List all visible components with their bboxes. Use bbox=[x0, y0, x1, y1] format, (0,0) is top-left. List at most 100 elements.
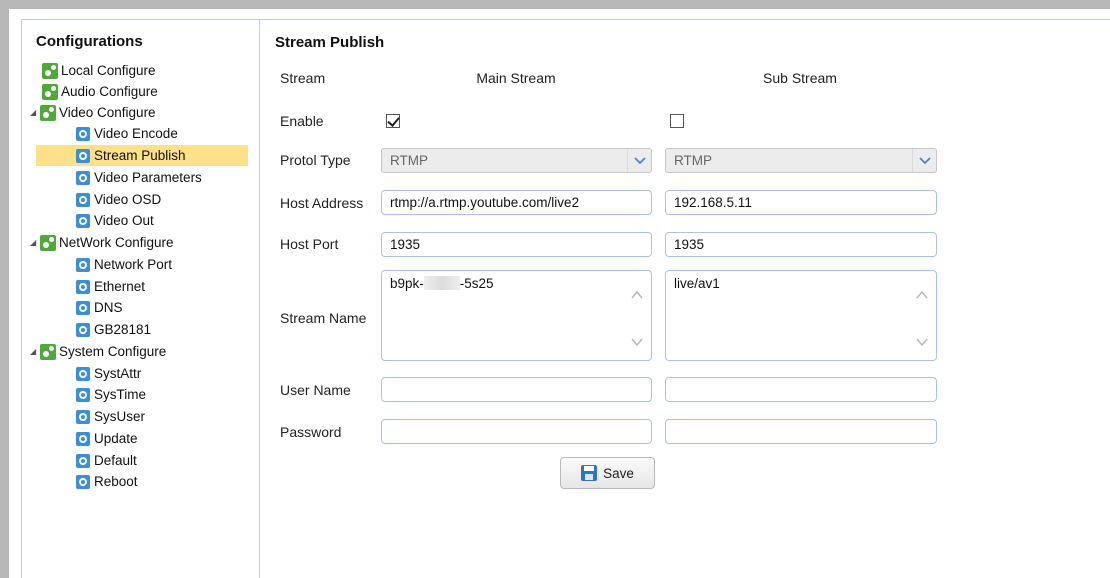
stream-name-label: Stream Name bbox=[280, 310, 367, 326]
main-host-port-input[interactable]: 1935 bbox=[381, 232, 652, 257]
cog-icon bbox=[76, 279, 90, 294]
sub-protocol-value: RTMP bbox=[674, 153, 713, 168]
tree-item-label: Reboot bbox=[94, 474, 138, 489]
tree-item-label: Default bbox=[94, 453, 137, 468]
stream-name-suffix: -5s25 bbox=[459, 276, 494, 291]
tree-item-systime[interactable]: SysTime bbox=[76, 384, 146, 405]
tree-item-label: Audio Configure bbox=[61, 84, 158, 99]
tree-item-reboot[interactable]: Reboot bbox=[76, 471, 138, 492]
chevron-down-icon[interactable] bbox=[627, 149, 651, 172]
cog-icon bbox=[76, 453, 90, 468]
scroll-down-icon[interactable] bbox=[916, 336, 928, 348]
expand-arrow-icon[interactable]: ◢ bbox=[30, 238, 40, 247]
tree-item-local-configure[interactable]: Local Configure bbox=[42, 60, 156, 81]
tree-item-default[interactable]: Default bbox=[76, 450, 137, 471]
stream-label: Stream bbox=[280, 70, 326, 86]
gear-group-icon bbox=[42, 62, 58, 79]
page-title: Stream Publish bbox=[275, 34, 385, 51]
sub-host-port-input[interactable]: 1935 bbox=[665, 232, 937, 257]
save-button[interactable]: Save bbox=[560, 457, 655, 489]
main-protocol-value: RTMP bbox=[390, 153, 429, 168]
cog-icon bbox=[76, 366, 90, 381]
tree-item-video-parameters[interactable]: Video Parameters bbox=[76, 167, 202, 188]
tree-item-video-osd[interactable]: Video OSD bbox=[76, 189, 161, 210]
cog-icon bbox=[76, 409, 90, 424]
sub-user-name-input[interactable] bbox=[665, 377, 937, 402]
tree-item-label: NetWork Configure bbox=[59, 235, 174, 250]
tree-item-label: Video Encode bbox=[94, 126, 178, 141]
chevron-down-icon[interactable] bbox=[912, 149, 936, 172]
expand-arrow-icon[interactable]: ◢ bbox=[30, 108, 40, 117]
tree-item-label: SysUser bbox=[94, 409, 146, 424]
tree-item-dns[interactable]: DNS bbox=[76, 297, 123, 318]
tree-item-label: Ethernet bbox=[94, 279, 146, 294]
enable-label: Enable bbox=[280, 113, 324, 129]
tree-item-video-encode[interactable]: Video Encode bbox=[76, 123, 178, 144]
tree-item-video-configure[interactable]: ◢ Video Configure bbox=[30, 102, 156, 123]
tree-item-label: GB28181 bbox=[94, 322, 152, 337]
tree-item-network-port[interactable]: Network Port bbox=[76, 254, 172, 275]
cog-icon bbox=[76, 126, 90, 141]
sub-enable-checkbox[interactable] bbox=[670, 114, 684, 128]
tree-item-label: Network Port bbox=[94, 257, 173, 272]
cog-icon bbox=[76, 387, 90, 402]
tree-item-update[interactable]: Update bbox=[76, 428, 138, 449]
sub-password-input[interactable] bbox=[665, 419, 937, 444]
tree-item-label: System Configure bbox=[59, 344, 167, 359]
sub-stream-header: Sub Stream bbox=[763, 70, 837, 86]
main-password-input[interactable] bbox=[381, 419, 652, 444]
scroll-down-icon[interactable] bbox=[631, 336, 643, 348]
scroll-up-icon[interactable] bbox=[631, 289, 643, 301]
gear-group-icon bbox=[42, 83, 58, 100]
tree-item-audio-configure[interactable]: Audio Configure bbox=[42, 81, 158, 102]
tree-item-ethernet[interactable]: Ethernet bbox=[76, 276, 145, 297]
tree-item-gb28181[interactable]: GB28181 bbox=[76, 319, 151, 340]
main-user-name-input[interactable] bbox=[381, 377, 652, 402]
cog-icon bbox=[76, 257, 90, 272]
host-port-label: Host Port bbox=[280, 236, 339, 252]
tree-item-label: SysTime bbox=[94, 387, 147, 402]
expand-arrow-icon[interactable]: ◢ bbox=[30, 347, 40, 356]
cog-icon bbox=[76, 300, 90, 315]
gear-group-icon bbox=[40, 343, 56, 360]
cog-icon bbox=[76, 322, 90, 337]
tree-item-label: Stream Publish bbox=[94, 148, 186, 163]
tree-item-label: Video Configure bbox=[59, 105, 156, 120]
tree-item-system-configure[interactable]: ◢ System Configure bbox=[30, 341, 166, 362]
config-tree: Configurations Local Configure Audio Con… bbox=[22, 20, 260, 578]
tree-item-systattr[interactable]: SystAttr bbox=[76, 363, 141, 384]
redacted-region bbox=[423, 276, 460, 290]
tree-item-video-out[interactable]: Video Out bbox=[76, 210, 154, 231]
tree-item-network-configure[interactable]: ◢ NetWork Configure bbox=[30, 232, 174, 253]
user-name-label: User Name bbox=[280, 382, 351, 398]
main-host-address-input[interactable]: rtmp://a.rtmp.youtube.com/live2 bbox=[381, 190, 652, 215]
sub-host-address-input[interactable]: 192.168.5.11 bbox=[665, 190, 937, 215]
sub-protocol-select[interactable]: RTMP bbox=[665, 148, 937, 173]
stream-publish-panel: Stream Publish Stream Main Stream Sub St… bbox=[261, 20, 1110, 578]
gear-group-icon bbox=[40, 234, 56, 251]
scroll-up-icon[interactable] bbox=[916, 289, 928, 301]
sub-stream-name-textarea[interactable]: live/av1 bbox=[665, 270, 937, 361]
tree-item-label: Video Out bbox=[94, 213, 154, 228]
tree-item-label: Video OSD bbox=[94, 192, 162, 207]
protocol-type-label: Protol Type bbox=[280, 152, 351, 168]
tree-item-label: DNS bbox=[94, 300, 123, 315]
stream-name-prefix: b9pk- bbox=[390, 276, 424, 291]
password-label: Password bbox=[280, 424, 342, 440]
cog-icon bbox=[76, 474, 90, 489]
cog-icon bbox=[76, 213, 90, 228]
tree-item-label: Local Configure bbox=[61, 63, 156, 78]
main-stream-name-textarea[interactable]: b9pk- -5s25 bbox=[381, 270, 652, 361]
window-top-bar bbox=[0, 0, 1110, 9]
cog-icon bbox=[76, 192, 90, 207]
tree-item-sysuser[interactable]: SysUser bbox=[76, 406, 145, 427]
save-button-label: Save bbox=[603, 465, 634, 481]
tree-title: Configurations bbox=[36, 33, 143, 50]
floppy-disk-icon bbox=[581, 465, 598, 481]
main-protocol-select[interactable]: RTMP bbox=[381, 148, 652, 173]
cog-icon bbox=[76, 431, 90, 446]
tree-item-stream-publish[interactable]: Stream Publish bbox=[36, 145, 248, 166]
host-address-label: Host Address bbox=[280, 195, 364, 211]
cog-icon bbox=[76, 148, 90, 163]
main-enable-checkbox[interactable] bbox=[386, 114, 400, 128]
